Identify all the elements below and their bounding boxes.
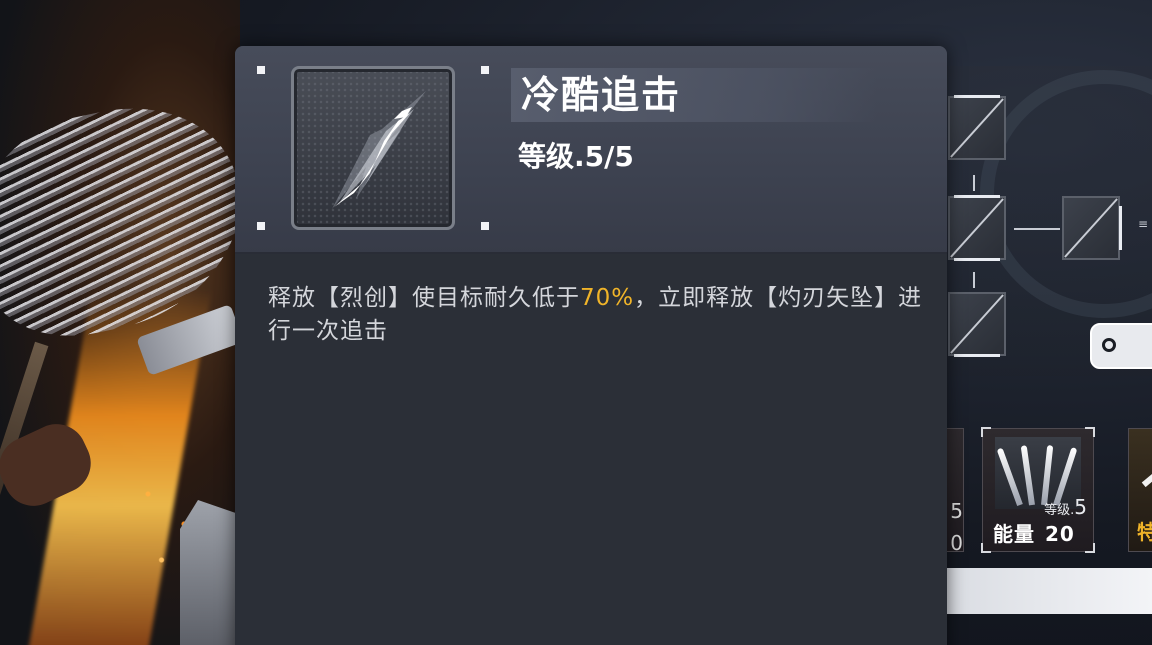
circle-icon — [1102, 338, 1116, 352]
card-level-label: 等级. — [1044, 503, 1075, 518]
card-edge-digit: 5 — [950, 499, 963, 523]
card-partial-label: 特 — [1137, 520, 1152, 544]
node-glow — [1119, 206, 1122, 250]
blade-slash-icon — [291, 66, 455, 230]
game-screen: ≡ 5 0 等级.5 能量 20 特 冷酷追击 等级.5/5 释放【烈创】使目标… — [0, 0, 1152, 645]
skill-detail-header: 冷酷追击 等级.5/5 — [235, 46, 947, 254]
blade-shape — [1020, 445, 1035, 506]
tree-more-indicator: ≡ — [1138, 217, 1148, 231]
description-highlight: 70% — [580, 285, 635, 311]
card-energy: 能量 20 — [993, 518, 1075, 547]
card-corner — [1085, 543, 1095, 553]
card-energy-label: 能量 — [993, 522, 1035, 546]
node-glow — [954, 195, 1000, 198]
node-glow — [954, 258, 1000, 261]
skill-node-2[interactable] — [948, 195, 1006, 261]
card-level-value: 5 — [1074, 495, 1087, 519]
skill-card[interactable]: 等级.5 能量 20 — [981, 427, 1095, 553]
character-artwork — [0, 0, 240, 645]
frame-corner-dot — [257, 222, 265, 230]
skill-description: 释放【烈创】使目标耐久低于70%，立即释放【灼刃矢坠】进行一次追击 — [268, 282, 928, 348]
skill-card-partial-right[interactable]: 特 — [1128, 428, 1152, 552]
blade-icon — [1141, 456, 1152, 488]
card-corner — [981, 427, 991, 437]
frame-corner-dot — [481, 66, 489, 74]
frame-corner-dot — [481, 222, 489, 230]
skill-icon-frame — [255, 64, 489, 232]
card-edge-digit: 0 — [950, 531, 963, 555]
tree-action-button[interactable] — [1090, 323, 1152, 369]
card-level: 等级.5 — [1044, 495, 1087, 519]
card-energy-value: 20 — [1045, 522, 1075, 546]
tree-connector — [973, 272, 975, 288]
skill-title: 冷酷追击 — [521, 73, 682, 117]
skill-node-3[interactable] — [948, 292, 1006, 357]
tree-connector — [1014, 228, 1060, 230]
blade-slash-graphic — [332, 91, 426, 209]
skill-level: 等级.5/5 — [518, 140, 634, 173]
skill-tree-area: ≡ 5 0 等级.5 能量 20 特 — [900, 0, 1152, 645]
bottom-action-bar[interactable] — [940, 568, 1152, 614]
skill-node-1[interactable] — [948, 95, 1006, 160]
node-glow — [954, 354, 1000, 357]
tree-connector — [973, 175, 975, 191]
blade-shape — [996, 447, 1023, 507]
mech-part — [180, 500, 240, 645]
skill-node-4[interactable] — [1062, 196, 1122, 260]
skill-detail-body: 释放【烈创】使目标耐久低于70%，立即释放【灼刃矢坠】进行一次追击 — [235, 254, 947, 645]
card-corner — [1085, 427, 1095, 437]
card-corner — [981, 543, 991, 553]
card-edge-digits: 5 0 — [950, 495, 963, 559]
description-text: 释放【烈创】使目标耐久低于 — [268, 285, 580, 311]
skill-detail-panel: 冷酷追击 等级.5/5 释放【烈创】使目标耐久低于70%，立即释放【灼刃矢坠】进… — [235, 46, 947, 645]
node-glow — [954, 95, 1000, 98]
frame-corner-dot — [257, 66, 265, 74]
